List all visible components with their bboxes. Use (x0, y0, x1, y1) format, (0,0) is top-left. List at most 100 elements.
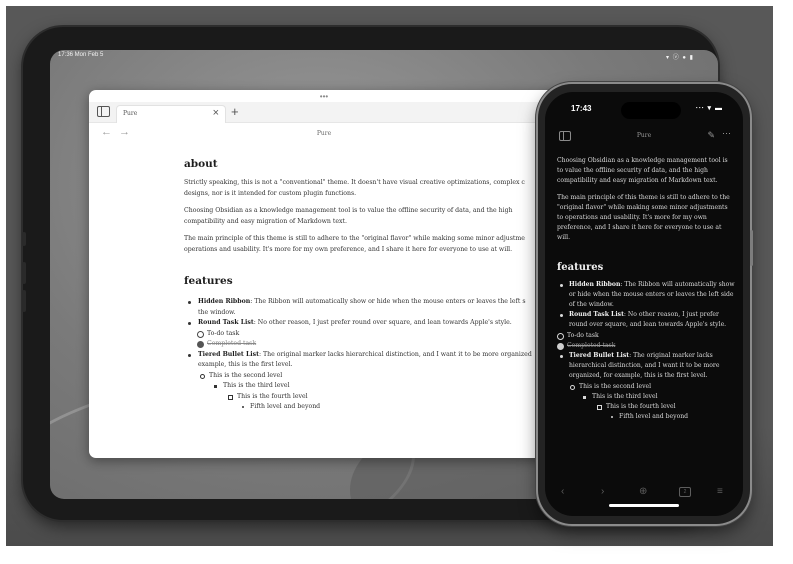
ipad-side-button (22, 262, 26, 284)
feature-text: : The Ribbon will automatically show or … (250, 298, 526, 305)
feature-title: Hidden Ribbon (198, 298, 251, 305)
obsidian-window: ••• Pure × + ← → Pure about Strictly spe… (89, 90, 559, 458)
bullet-disc-icon (188, 353, 191, 357)
iphone-side-button (750, 230, 753, 266)
bullet-outline-square-icon (597, 405, 602, 411)
feature-text: the window. (198, 308, 236, 316)
paragraph: Choosing Obsidian as a knowledge managem… (184, 206, 554, 227)
list-text: This is the fourth level (237, 392, 308, 400)
list-item: Tiered Bullet List: The original marker … (557, 351, 735, 382)
heading-features: features (184, 275, 233, 287)
task-checked-icon[interactable] (557, 342, 564, 350)
paragraph: The main principle of this theme is stil… (557, 193, 730, 242)
list-item-level-4: This is the fourth level (557, 402, 735, 412)
feature-title: Tiered Bullet List (198, 350, 259, 358)
home-indicator (609, 504, 679, 507)
feature-text: example, this is the first level. (198, 361, 293, 368)
text-line: Strictly speaking, this is not a "conven… (184, 179, 525, 186)
ipad-side-button (22, 232, 26, 246)
paragraph: The main principle of this theme is stil… (184, 234, 554, 255)
text-line: designs, nor is it intended for custom p… (184, 189, 357, 197)
phone-toolbar: Pure ✎ ⋯ (545, 128, 743, 144)
list-item: Round Task List: No other reason, I just… (557, 310, 735, 330)
list-text: This is the third level (223, 382, 290, 389)
list-text: This is the third level (592, 392, 658, 400)
list-item-level-3: This is the third level (184, 381, 554, 392)
task-text: To-do task (207, 329, 240, 337)
window-dots-handle[interactable]: ••• (89, 92, 559, 101)
feature-title: Round Task List (569, 311, 624, 319)
text-line: operations and usability. It's more for … (184, 245, 513, 253)
menu-icon[interactable]: ≡ (717, 486, 723, 497)
feature-title: Round Task List (198, 319, 254, 326)
text-line: The main principle of this theme is stil… (184, 235, 525, 242)
ipad-status-time: 17:36 Mon Feb 5 (58, 52, 104, 58)
list-item-continued: the window. (184, 308, 554, 319)
list-item-level-3: This is the third level (557, 392, 735, 402)
bullet-disc-icon (560, 355, 563, 359)
list-item-level-2: This is the second level (184, 371, 554, 382)
list-text: Fifth level and beyond (619, 413, 689, 421)
feature-title: Tiered Bullet List (569, 352, 630, 360)
text-line: compatibility and easy migration of Mark… (184, 217, 347, 225)
task-item-todo: To-do task (184, 329, 554, 340)
list-text: This is the second level (579, 382, 652, 390)
close-tab-icon[interactable]: × (213, 107, 219, 119)
heading-features: features (557, 261, 604, 273)
list-text: This is the fourth level (606, 403, 676, 411)
ipad-status-icons: ▾ ⓥ ● ▮ (666, 55, 694, 61)
tab-bar: Pure × + (89, 102, 559, 123)
list-item-continued: example, this is the first level. (184, 360, 554, 371)
bullet-outline-square-icon (228, 394, 233, 400)
tab-pure[interactable]: Pure × (116, 105, 226, 123)
task-text: Completed task (207, 340, 257, 347)
phone-status-time: 17:43 (571, 104, 592, 113)
task-item-done: Completed task (557, 341, 735, 351)
list-text: Fifth level and beyond (250, 403, 321, 410)
iphone-screen: 17:43 ∙∙∙ ▾ ▬ Pure ✎ ⋯ Choosing Obsidian… (545, 92, 743, 516)
list-item: Hidden Ribbon: The Ribbon will automatic… (184, 297, 554, 308)
bullet-circle-icon (200, 373, 205, 379)
list-item: Round Task List: No other reason, I just… (184, 318, 554, 329)
task-text: Completed task (567, 341, 616, 349)
edit-pencil-icon[interactable]: ✎ (707, 130, 715, 141)
sidebar-toggle-icon[interactable] (97, 106, 110, 117)
paragraph: Strictly speaking, this is not a "conven… (184, 178, 554, 199)
phone-status-icons: ∙∙∙ ▾ ▬ (695, 105, 723, 112)
task-item-done: Completed task (184, 339, 554, 350)
feature-title: Hidden Ribbon (569, 280, 621, 288)
list-item-level-2: This is the second level (557, 382, 735, 392)
bullet-square-icon (583, 395, 586, 399)
nav-row: ← → Pure (89, 126, 559, 142)
bullet-dot-icon (242, 406, 244, 408)
ipad-status-bar: 17:36 Mon Feb 5 ▾ ⓥ ● ▮ (58, 52, 708, 64)
heading-about: about (184, 158, 218, 170)
feature-text: : No other reason, I just prefer round o… (253, 319, 512, 326)
new-tab-icon[interactable]: + (231, 104, 239, 119)
more-options-icon[interactable]: ⋯ (722, 128, 731, 139)
forward-chevron-icon[interactable]: › (601, 486, 604, 497)
phone-bottom-bar: ‹ › ⊕ 2 ≡ (545, 486, 743, 502)
back-chevron-icon[interactable]: ‹ (561, 486, 564, 497)
bullet-square-icon (214, 385, 217, 388)
list-item-level-5: Fifth level and beyond (184, 402, 554, 413)
list-item-level-4: This is the fourth level (184, 392, 554, 403)
dynamic-island (621, 102, 681, 119)
list-item: Tiered Bullet List: The original marker … (184, 350, 554, 361)
tab-count-icon[interactable]: 2 (679, 487, 691, 497)
phone-note-content: Choosing Obsidian as a knowledge managem… (557, 156, 735, 422)
bullet-circle-icon (570, 384, 575, 390)
bullet-disc-icon (188, 322, 191, 325)
new-note-plus-icon[interactable]: ⊕ (639, 486, 647, 497)
task-checkbox-icon[interactable] (197, 330, 204, 338)
task-checked-icon[interactable] (197, 341, 204, 348)
task-text: To-do task (567, 331, 599, 339)
bullet-disc-icon (560, 283, 563, 287)
bullet-disc-icon (188, 301, 191, 304)
text-line: Choosing Obsidian as a knowledge managem… (184, 207, 513, 214)
feature-text: : The original marker lacks hierarchical… (259, 350, 532, 358)
ipad-side-button (22, 290, 26, 312)
task-item-todo: To-do task (557, 331, 735, 341)
task-checkbox-icon[interactable] (557, 332, 564, 340)
list-item-level-5: Fifth level and beyond (557, 412, 735, 422)
